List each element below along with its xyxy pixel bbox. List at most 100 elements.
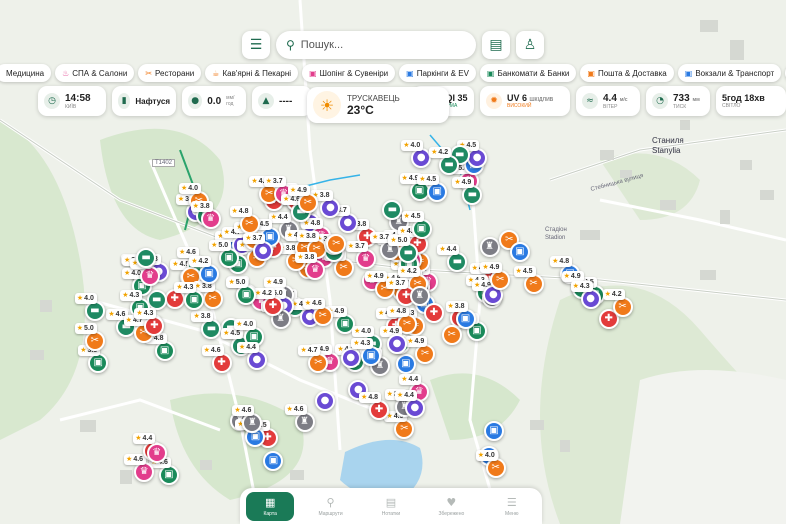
church-marker[interactable]: ♜	[479, 236, 500, 257]
category-chip[interactable]: ▣ Паркінги & EV	[399, 64, 476, 82]
transport-marker[interactable]: ▣	[484, 421, 505, 442]
restaurant-marker[interactable]: ✂	[297, 193, 318, 214]
rating-badge: 4.3	[174, 281, 197, 293]
time-card[interactable]: ◷ 14:58 КИЇВ	[38, 86, 106, 116]
search-input[interactable]	[300, 39, 461, 51]
rating-badge: 4.3	[134, 308, 157, 320]
parking-marker[interactable]: ●	[404, 398, 425, 419]
rating-badge: 4.9	[480, 261, 503, 273]
parking-marker[interactable]: ●	[467, 147, 488, 168]
bank-marker[interactable]: ▣	[154, 340, 175, 361]
health-marker[interactable]: ✚	[211, 352, 232, 373]
restaurant-marker[interactable]: ✂	[490, 269, 511, 290]
restaurant-marker[interactable]: ✂	[202, 288, 223, 309]
category-label: Кав'ярні & Пекарні	[222, 68, 292, 78]
restaurant-marker[interactable]: ✂	[239, 214, 260, 235]
category-chip[interactable]: ☕ Кав'ярні & Пекарні	[205, 64, 299, 82]
parking-marker[interactable]: ●	[386, 333, 407, 354]
bank-marker[interactable]: ▣	[411, 218, 432, 239]
category-icon: ☕	[212, 68, 220, 78]
weather-card[interactable]: ☀ ТРУСКАВЕЦЬ 23°C	[307, 87, 449, 123]
transport-marker[interactable]: ▣	[455, 308, 476, 329]
uv-card[interactable]: ✹ UV 6 ШКІДЛИВ ВИСОКИЙ	[480, 86, 570, 116]
nav-label: Меню	[504, 510, 519, 517]
pressure-card[interactable]: ◔ 733 мм ТИСК	[646, 86, 710, 116]
category-chip[interactable]: ✂ Ресторани	[138, 64, 202, 82]
nav-tab[interactable]: ▦ Карта	[246, 491, 295, 521]
naftusya-card[interactable]: ▮ Нафтуся	[112, 86, 176, 116]
dash-card[interactable]: ▲ ----	[252, 86, 312, 116]
restaurant-marker[interactable]: ✂	[415, 343, 436, 364]
parking-marker[interactable]: ●	[246, 349, 267, 370]
map-label-stadium: Стадіон	[545, 227, 567, 233]
category-chip[interactable]: ▣ Шопінг & Сувеніри	[302, 64, 396, 82]
rating-badge: 4.2	[252, 288, 275, 300]
category-chip[interactable]: ▣ Банкомати & Банки	[479, 64, 577, 82]
search-bar[interactable]: ⚲	[276, 31, 476, 59]
nav-tab[interactable]: ▤ Нотатки	[367, 496, 415, 517]
menu-button[interactable]: ☰	[242, 31, 270, 59]
nav-tab[interactable]: ⚲ Маршрути	[307, 496, 355, 517]
water-value: 0.0	[207, 95, 222, 107]
restaurant-marker[interactable]: ✂	[485, 457, 506, 478]
shop-marker[interactable]: ♛	[305, 259, 326, 280]
restaurant-marker[interactable]: ✂	[523, 274, 544, 295]
church-marker[interactable]: ♜	[294, 412, 315, 433]
rating-badge: 4.3	[570, 281, 593, 293]
shop-marker[interactable]: ♛	[139, 266, 160, 286]
water-card[interactable]: ● 0.0 мм/год	[182, 86, 246, 116]
parking-marker[interactable]: ●	[314, 390, 335, 411]
restaurant-marker[interactable]: ✂	[612, 296, 633, 317]
rating-badge: 4.9	[452, 177, 475, 189]
wind-card[interactable]: ≈ 4.4 м/с ВІТЕР	[576, 86, 640, 116]
rating-badge: 4.4	[394, 390, 417, 402]
church-marker[interactable]: ♜	[409, 286, 430, 306]
rating-badge: 4.2	[429, 146, 452, 158]
nav-label: Нотатки	[381, 510, 401, 517]
nav-tab[interactable]: ☰ Меню	[488, 496, 536, 517]
transport-marker[interactable]: ▣	[427, 181, 448, 202]
rating-badge: 4.9	[561, 270, 584, 282]
category-chip[interactable]: ▣ Вокзали & Транспорт	[677, 64, 782, 82]
category-chip[interactable]: ♨ СПА & Салони	[55, 64, 135, 82]
rating-badge: 4.5	[513, 266, 536, 278]
category-chip[interactable]: ▣ Пошта & Доставка	[580, 64, 674, 82]
nav-label: Маршрути	[318, 510, 343, 517]
category-chips: Медицина ♨ СПА & Салони ✂ Ресторани ☕ Кав'ярні…	[0, 64, 786, 82]
nav-tab[interactable]: ♥ Збережено	[427, 496, 475, 517]
rating-badge: 4.8	[359, 392, 382, 404]
wind-unit: м/с	[619, 96, 628, 103]
hotel-marker[interactable]: ▬	[84, 301, 105, 322]
transport-marker[interactable]: ▣	[199, 263, 220, 284]
uv-icon: ✹	[486, 93, 502, 109]
search-icon: ⚲	[286, 38, 295, 52]
parking-marker[interactable]: ●	[337, 212, 358, 233]
rating-badge: 3.7	[345, 240, 368, 252]
restaurant-marker[interactable]: ✂	[441, 324, 462, 345]
nav-icon: ▦	[264, 495, 276, 509]
map-label-stanylia: Станиля	[652, 136, 684, 145]
transport-marker[interactable]: ▣	[263, 450, 284, 471]
bank-marker[interactable]: ▣	[158, 464, 179, 485]
transport-marker[interactable]: ▣	[509, 241, 530, 262]
parking-marker[interactable]: ●	[253, 240, 274, 261]
restaurant-marker[interactable]: ✂	[84, 330, 105, 351]
journal-button[interactable]: ▤	[482, 31, 510, 59]
gauge-icon: ◔	[652, 93, 668, 109]
shop-marker[interactable]: ♛	[355, 248, 376, 269]
shop-marker[interactable]: ♛	[146, 442, 167, 463]
rating-badge: 4.5	[417, 173, 440, 185]
daylight-card[interactable]: 5год 18хв СВІТЛО	[716, 86, 786, 116]
rating-badge: 4.4	[133, 432, 156, 444]
rating-badge: 4.5	[401, 210, 424, 222]
hotel-marker[interactable]: ▬	[439, 154, 460, 175]
category-label: Ресторани	[155, 68, 195, 78]
category-chip[interactable]: Медицина	[0, 64, 52, 82]
transport-marker[interactable]: ▣	[395, 353, 416, 374]
profile-button[interactable]: ♙	[516, 31, 544, 59]
restaurant-marker[interactable]: ✂	[312, 306, 333, 327]
bank-marker[interactable]: ▣	[219, 247, 240, 268]
pressure-unit: мм	[692, 96, 700, 103]
rating-badge: 4.3	[120, 289, 143, 301]
parking-marker[interactable]: ●	[580, 289, 601, 310]
